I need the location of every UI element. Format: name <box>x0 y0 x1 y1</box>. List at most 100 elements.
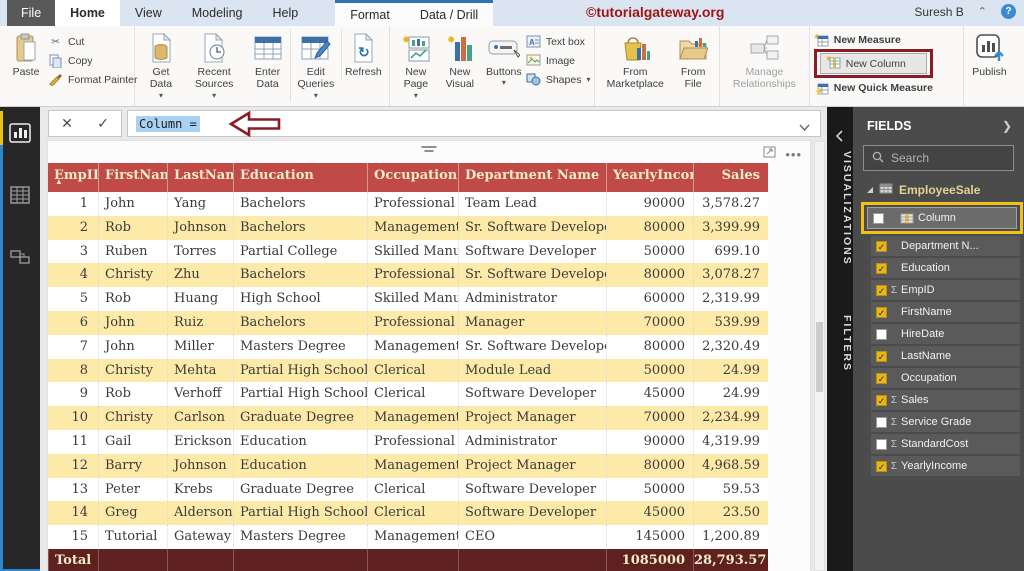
field-checkbox-unchecked[interactable] <box>876 328 887 340</box>
visual-options-icon[interactable]: ••• <box>785 147 802 162</box>
table-row[interactable]: 8 Christy Mehta Partial High School Clerical… <box>48 358 768 383</box>
edit-queries-button[interactable]: Edit Queries ▾ <box>289 30 341 103</box>
table-row[interactable]: 10 Christy Carlson Graduate Degree Managemen… <box>48 406 768 430</box>
table-row[interactable]: 7 John Miller Masters Degree Management Sr. S… <box>48 334 768 359</box>
format-painter-button[interactable]: Format Painter <box>48 72 137 87</box>
filters-collapsed-tab[interactable]: FILTERS <box>827 315 853 372</box>
table-row[interactable]: 11 Gail Erickson Education Professional Admin… <box>48 429 768 454</box>
field-item[interactable]: ✓ Occupation <box>871 368 1020 388</box>
field-item[interactable]: ✓ Σ YearlyIncome <box>871 456 1020 476</box>
report-view-icon[interactable] <box>0 111 40 155</box>
field-checkbox-checked[interactable]: ✓ <box>876 284 887 296</box>
text-box-button[interactable]: A Text box <box>526 34 591 49</box>
field-item[interactable]: Σ StandardCost <box>871 434 1020 454</box>
visual-drag-handle-icon[interactable] <box>421 146 437 152</box>
field-item[interactable]: ✓ Σ Sales <box>871 390 1020 410</box>
formula-dropdown-icon[interactable] <box>799 120 810 134</box>
new-page-button[interactable]: ✹ New Page ▾ <box>394 30 438 102</box>
visualizations-collapsed-tab[interactable]: VISUALIZATIONS <box>827 151 853 266</box>
from-marketplace-button[interactable]: From Marketplace <box>599 30 671 93</box>
field-item[interactable]: ✓ FirstName <box>871 302 1020 322</box>
field-checkbox-checked[interactable]: ✓ <box>876 372 887 384</box>
field-checkbox-checked[interactable]: ✓ <box>876 306 887 318</box>
table-cell: Professional <box>367 263 458 288</box>
table-row[interactable]: 14 Greg Alderson Partial High School Clerica… <box>48 501 768 526</box>
scrollbar-thumb[interactable] <box>816 322 823 392</box>
table-row[interactable]: 5 RobHuangHigh SchoolSkilled ManualAdmini… <box>48 287 768 311</box>
table-row[interactable]: 2 Rob Johnson Bachelors Management Sr. Softwa… <box>48 215 768 240</box>
shapes-button[interactable]: Shapes ▾ <box>526 72 590 87</box>
publish-button[interactable]: Publish <box>968 30 1012 80</box>
image-button[interactable]: Image <box>526 53 591 68</box>
canvas-scrollbar[interactable] <box>814 141 825 571</box>
table-row[interactable]: 12 Barry Johnson Education Management Project… <box>48 453 768 478</box>
dataset-row[interactable]: EmployeeSale <box>853 181 1024 200</box>
field-checkbox-checked[interactable]: ✓ <box>876 460 887 472</box>
table-row[interactable]: 9 Rob Verhoff Partial High School Clerical So… <box>48 382 768 407</box>
tab-home[interactable]: Home <box>55 0 120 26</box>
signed-in-user[interactable]: Suresh B <box>914 5 963 19</box>
field-item[interactable]: ✓ Σ EmpID <box>871 280 1020 300</box>
tab-modeling[interactable]: Modeling <box>177 0 258 26</box>
tab-help[interactable]: Help <box>258 0 314 26</box>
formula-input[interactable]: Column = <box>127 110 821 138</box>
column-header[interactable]: Occupation <box>367 163 458 192</box>
tab-format[interactable]: Format <box>335 3 405 26</box>
column-header[interactable]: Education <box>233 163 367 192</box>
field-item[interactable]: ✓ Department N... <box>871 236 1020 256</box>
field-checkbox-checked[interactable]: ✓ <box>876 262 887 274</box>
field-checkbox-checked[interactable]: ✓ <box>876 394 887 406</box>
tab-data-drill[interactable]: Data / Drill <box>405 3 493 26</box>
tab-file[interactable]: File <box>7 0 56 26</box>
table-visual[interactable]: ••• EmpID▲FirstNameLastNameEducationOccu… <box>48 141 810 571</box>
buttons-button[interactable]: Buttons ▾ <box>482 30 526 90</box>
new-visual-button[interactable]: ✹ New Visual <box>438 30 482 93</box>
table-row[interactable]: 3 RubenTorresPartial CollegeSkilled Manua… <box>48 239 768 264</box>
data-view-icon[interactable] <box>0 173 40 217</box>
field-checkbox-unchecked[interactable] <box>876 416 887 428</box>
fields-search-input[interactable]: Search <box>863 145 1014 171</box>
column-header[interactable]: EmpID▲ <box>48 163 98 192</box>
table-row[interactable]: 4 Christy Zhu Bachelors Professional Sr. Soft… <box>48 263 768 288</box>
new-column-button[interactable]: ✹ New Column <box>819 53 927 74</box>
column-header[interactable]: LastName <box>167 163 233 192</box>
column-header[interactable]: Department Name <box>458 163 606 192</box>
copy-button[interactable]: Copy <box>48 53 137 68</box>
new-quick-measure-button[interactable]: ⚡ New Quick Measure <box>814 80 933 95</box>
column-header[interactable]: YearlyIncome <box>606 163 693 192</box>
field-checkbox-checked[interactable]: ✓ <box>876 350 887 362</box>
cut-button[interactable]: ✂ Cut <box>48 34 137 49</box>
get-data-button[interactable]: Get Data ▾ <box>139 30 183 102</box>
column-header[interactable]: FirstName <box>98 163 167 192</box>
field-item[interactable]: HireDate <box>871 324 1020 344</box>
field-item[interactable]: ✓ Education <box>871 258 1020 278</box>
expand-pane-icon[interactable] <box>835 129 843 147</box>
table-row[interactable]: 13 Peter Krebs Graduate Degree Clerical Softw… <box>48 477 768 502</box>
field-item[interactable]: Column <box>867 207 1017 229</box>
refresh-button[interactable]: ↻ Refresh <box>340 30 385 81</box>
field-checkbox-checked[interactable]: ✓ <box>876 240 887 252</box>
expand-collapse-icon[interactable] <box>867 187 873 193</box>
new-measure-button[interactable]: ✹ New Measure <box>814 32 933 47</box>
cancel-formula-icon[interactable]: ✕ <box>61 115 73 132</box>
commit-formula-icon[interactable]: ✓ <box>97 115 109 132</box>
collapse-fields-pane-icon[interactable]: ❯ <box>1002 119 1012 133</box>
paste-button[interactable]: Paste <box>4 30 48 80</box>
model-view-icon[interactable] <box>0 235 40 279</box>
table-row[interactable]: 1 John Yang Bachelors Professional Team Lead 9… <box>48 192 768 216</box>
from-file-button[interactable]: From File <box>671 30 715 93</box>
table-row[interactable]: 15 Tutorial Gateway Masters Degree Managemen… <box>48 525 768 549</box>
help-icon[interactable]: ? <box>1001 4 1016 19</box>
column-header[interactable]: Sales <box>693 163 768 192</box>
table-row[interactable]: 6 John Ruiz Bachelors Professional Manager 700… <box>48 310 768 335</box>
manage-relationships-button[interactable]: Manage Relationships <box>724 30 805 93</box>
collapse-ribbon-icon[interactable]: ⌃ <box>978 5 987 18</box>
tab-view[interactable]: View <box>120 0 177 26</box>
enter-data-button[interactable]: Enter Data <box>245 30 290 93</box>
field-checkbox-unchecked[interactable] <box>876 438 887 450</box>
field-item[interactable]: ✓ LastName <box>871 346 1020 366</box>
field-item[interactable]: Σ Service Grade <box>871 412 1020 432</box>
recent-sources-button[interactable]: Recent Sources ▾ <box>183 30 245 102</box>
field-checkbox-unchecked[interactable] <box>873 212 884 224</box>
focus-mode-icon[interactable] <box>763 145 776 163</box>
